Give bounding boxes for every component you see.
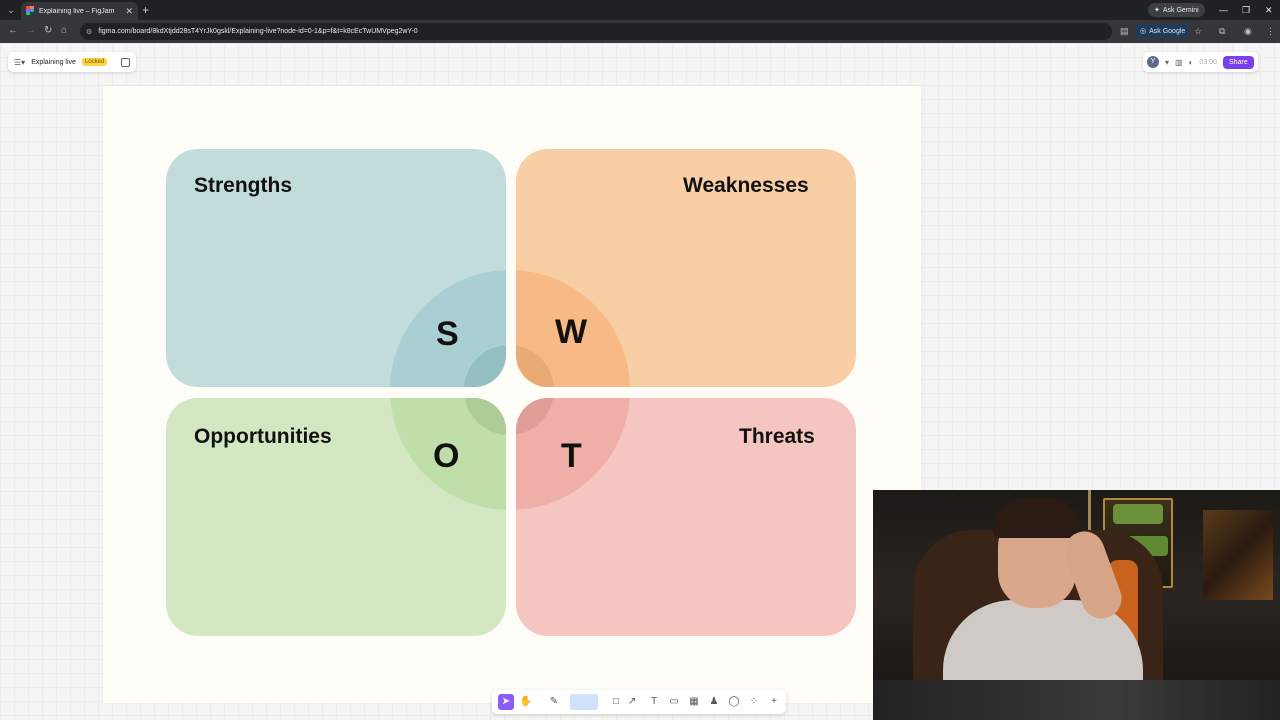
back-icon[interactable]: ←	[8, 25, 18, 37]
figjam-toolbar: ➤ ✋ ✎ □ ↗ T ▭ ▦ ♟ ◯ ⁘ +	[492, 690, 786, 714]
browser-toolbar: ← → ↻ ⌂ ⚙ figma.com/board/8kdXtjdd28sT4Y…	[0, 20, 1280, 43]
cam-person-hair	[993, 498, 1081, 538]
shape-tool-icon[interactable]: □	[608, 694, 624, 710]
user-avatar[interactable]: Y	[1147, 56, 1159, 68]
cam-painting	[1203, 510, 1273, 600]
more-tool-icon[interactable]: +	[766, 694, 782, 710]
locked-badge: Locked	[81, 58, 108, 66]
widgets-tool-icon[interactable]: ⁘	[746, 694, 762, 710]
tab-close-icon[interactable]: ✕	[125, 6, 133, 16]
chevron-down-icon[interactable]: ▾	[1165, 58, 1169, 67]
share-button[interactable]: Share	[1222, 55, 1254, 69]
tab-title: Explaining live – FigJam	[39, 7, 115, 15]
text-tool-icon[interactable]: T	[646, 694, 662, 710]
highlighter-tool-icon[interactable]	[570, 694, 598, 710]
move-tool-icon[interactable]: ➤	[498, 694, 514, 710]
weaknesses-label[interactable]: Weaknesses	[683, 174, 809, 198]
profile-avatar-icon[interactable]: ◉	[1244, 26, 1252, 36]
section-tool-icon[interactable]: ▭	[666, 694, 682, 710]
strengths-label[interactable]: Strengths	[194, 174, 292, 198]
cam-desk	[873, 680, 1280, 720]
letter-t[interactable]: T	[561, 437, 582, 476]
ask-google-button[interactable]: ◎ Ask Google	[1135, 24, 1191, 38]
site-info-icon[interactable]: ⚙	[86, 28, 92, 36]
tab-search-icon[interactable]: ⌄	[4, 3, 18, 17]
address-bar[interactable]: ⚙ figma.com/board/8kdXtjdd28sT4YrJk0gskl…	[80, 23, 1112, 40]
library-icon[interactable]: ▥	[1175, 58, 1183, 67]
comment-tool-icon[interactable]: ◯	[726, 694, 742, 710]
timer-icon[interactable]: ◐	[1189, 58, 1194, 67]
new-tab-icon[interactable]: +	[142, 3, 149, 17]
reload-icon[interactable]: ↻	[44, 25, 52, 37]
collab-controls: Y ▾ ▥ ◐ 03:00 Share	[1143, 52, 1258, 72]
window-close-icon[interactable]: ✕	[1265, 3, 1273, 17]
letter-s[interactable]: S	[436, 315, 459, 354]
chrome-menu-icon[interactable]: ⋮	[1266, 26, 1275, 36]
stamp-tool-icon[interactable]: ♟	[706, 694, 722, 710]
marker-tool-icon[interactable]: ✎	[546, 694, 562, 710]
webcam-overlay	[873, 490, 1280, 720]
minimize-icon[interactable]: —	[1219, 3, 1228, 17]
bookmark-star-icon[interactable]: ☆	[1194, 26, 1202, 36]
figjam-menu-icon[interactable]: ☰▾	[14, 58, 25, 67]
browser-tab[interactable]: Explaining live – FigJam ✕	[21, 2, 138, 20]
restore-icon[interactable]: ❐	[1242, 3, 1250, 17]
connector-tool-icon[interactable]: ↗	[624, 694, 640, 710]
clipboard-icon[interactable]: ▤	[1120, 26, 1129, 36]
browser-tab-strip: ⌄ Explaining live – FigJam ✕ + ✦ Ask Gem…	[0, 0, 1280, 20]
forward-icon[interactable]: →	[26, 25, 36, 37]
home-icon[interactable]: ⌂	[61, 25, 67, 37]
file-menu-pill[interactable]: ☰▾ Explaining live Locked	[8, 52, 137, 72]
file-name[interactable]: Explaining live	[31, 59, 76, 66]
ask-gemini-button[interactable]: ✦ Ask Gemini	[1148, 3, 1205, 17]
url-text: figma.com/board/8kdXtjdd28sT4YrJk0gskl/E…	[98, 28, 418, 35]
gemini-sparkle-icon: ✦	[1154, 7, 1160, 14]
timer-text[interactable]: 03:00	[1199, 59, 1217, 66]
ask-google-label: Ask Google	[1149, 27, 1186, 35]
cam-plant	[1113, 504, 1163, 524]
opportunities-label[interactable]: Opportunities	[194, 425, 332, 449]
google-lens-icon: ◎	[1140, 28, 1147, 35]
figma-favicon-icon	[26, 6, 34, 16]
table-tool-icon[interactable]: ▦	[686, 694, 702, 710]
letter-o[interactable]: O	[433, 437, 459, 476]
ask-gemini-label: Ask Gemini	[1162, 6, 1199, 14]
threats-label[interactable]: Threats	[739, 425, 815, 449]
duplicate-icon[interactable]	[121, 57, 131, 67]
hand-tool-icon[interactable]: ✋	[518, 694, 534, 710]
extensions-icon[interactable]: ⧉	[1219, 26, 1225, 36]
letter-w[interactable]: W	[555, 313, 587, 352]
